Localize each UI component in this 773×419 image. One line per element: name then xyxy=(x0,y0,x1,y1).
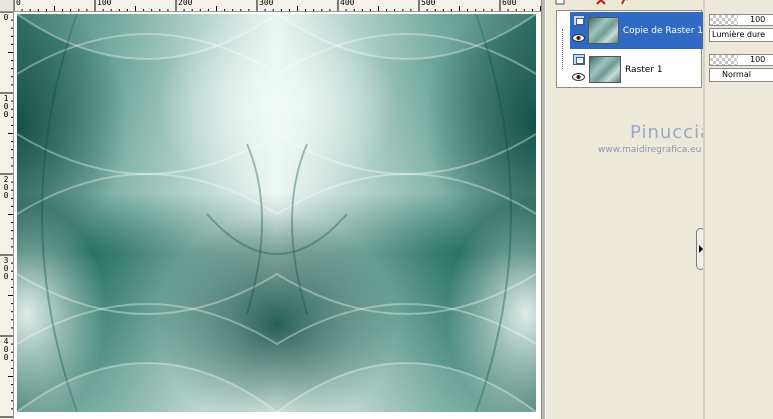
vruler-label-400: 400 xyxy=(3,337,9,362)
ruler-label-200: 200 xyxy=(178,0,193,7)
layers-list[interactable]: Copie de Raster 1 Raster 1 xyxy=(556,10,703,88)
layer-properties-row-2: 100 Normal xyxy=(709,54,773,82)
layer-thumbnail xyxy=(589,56,621,83)
blend-mode-select[interactable]: Lumière dure xyxy=(709,28,773,42)
layers-palette: Copie de Raster 1 Raster 1 xyxy=(545,0,705,419)
ruler-label-500: 500 xyxy=(421,0,436,7)
vruler-label-100: 100 xyxy=(3,94,9,119)
teal-wave-pattern-image xyxy=(17,14,536,412)
layer-properties-row-1: 100 Lumière dure xyxy=(709,14,773,42)
eye-visibility-icon[interactable] xyxy=(572,34,585,42)
ruler-label-600: 600 xyxy=(502,0,517,7)
horizontal-ruler-ticks xyxy=(14,0,541,11)
opacity-transparency-swatch xyxy=(710,15,738,25)
ruler-label-100: 100 xyxy=(97,0,112,7)
layer-tree-line xyxy=(562,29,563,69)
layer-icons xyxy=(570,12,586,49)
image-canvas[interactable] xyxy=(17,14,536,412)
ruler-label-0: 0 xyxy=(16,0,21,7)
watermark-name: Pinuccia xyxy=(630,122,713,143)
layer-thumbnail xyxy=(588,17,619,44)
opacity-transparency-swatch xyxy=(710,55,738,65)
vertical-ruler: 0 100 200 300 400 xyxy=(0,12,14,419)
layer-row-copie-de-raster-1[interactable]: Copie de Raster 1 xyxy=(570,12,703,49)
horizontal-ruler: 0 100 200 300 400 500 600 xyxy=(14,0,541,12)
raster-layer-icon xyxy=(573,15,585,26)
watermark-url: www.maidiregrafica.eu xyxy=(598,145,702,155)
layer-name[interactable]: Raster 1 xyxy=(625,65,663,75)
opacity-value: 100 xyxy=(750,55,766,64)
layer-icons xyxy=(570,51,587,88)
eye-visibility-icon[interactable] xyxy=(572,73,585,81)
vruler-label-300: 300 xyxy=(3,256,9,281)
ruler-label-400: 400 xyxy=(340,0,355,7)
layer-properties-panel: 100 Lumière dure 100 Normal xyxy=(703,0,773,419)
vruler-label-0: 0 xyxy=(3,13,9,22)
opacity-slider[interactable]: 100 xyxy=(709,54,773,66)
delete-layer-icon[interactable] xyxy=(596,0,606,5)
opacity-slider[interactable]: 100 xyxy=(709,14,773,26)
layer-row-raster-1[interactable]: Raster 1 xyxy=(570,51,703,88)
vruler-label-200: 200 xyxy=(3,175,9,200)
layer-name[interactable]: Copie de Raster 1 xyxy=(623,26,703,36)
layers-toolbar xyxy=(546,0,704,6)
ruler-corner xyxy=(0,0,14,12)
ruler-label-300: 300 xyxy=(259,0,274,7)
new-layer-icon[interactable] xyxy=(555,0,565,5)
opacity-value: 100 xyxy=(750,15,766,24)
layer-style-icon[interactable] xyxy=(620,0,630,5)
raster-layer-icon xyxy=(573,54,585,65)
canvas-area[interactable]: 0 100 200 300 400 500 600 0 100 200 300 … xyxy=(0,0,541,419)
blend-mode-select[interactable]: Normal xyxy=(709,68,773,82)
